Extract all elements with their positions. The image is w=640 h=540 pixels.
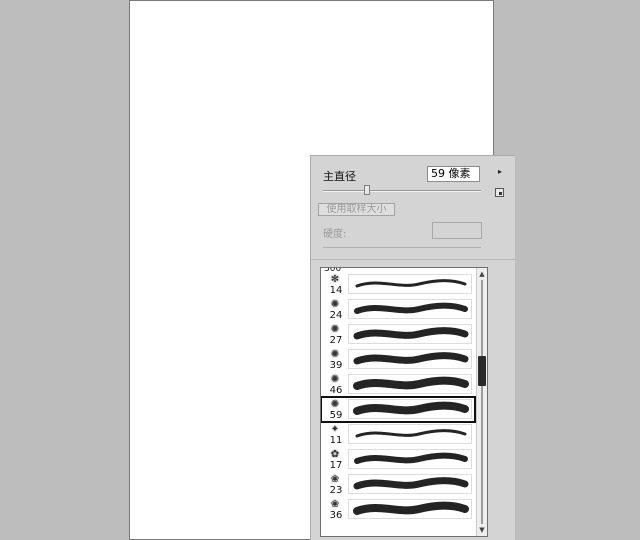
scroll-rail [481, 280, 483, 524]
use-sample-size-button[interactable]: 使用取样大小 [318, 203, 395, 216]
brush-preset-row[interactable]: ✺ 46 [321, 372, 475, 397]
master-diameter-label: 主直径 [323, 170, 356, 183]
scroll-up-icon[interactable]: ▲ [477, 269, 487, 279]
brush-stroke-shape [353, 376, 469, 390]
brush-stroke-preview [348, 399, 472, 419]
scroll-thumb[interactable] [478, 356, 486, 386]
hardness-slider-track[interactable] [323, 247, 481, 248]
brush-size-label: 23 [329, 485, 343, 496]
brush-preset-row[interactable]: ❀ 36 [321, 497, 475, 522]
hardness-label: 硬度: [323, 229, 347, 240]
create-preset-icon[interactable] [495, 188, 504, 197]
brush-size-label: 39 [329, 360, 343, 371]
brush-preset-row[interactable]: ✻ 14 [321, 272, 475, 297]
hardness-input[interactable] [432, 222, 482, 239]
brush-stroke-shape [354, 452, 468, 464]
brush-size-label: 17 [329, 460, 343, 471]
brush-size-label: 14 [329, 285, 343, 296]
panel-divider [311, 259, 516, 260]
scroll-down-icon[interactable]: ▼ [477, 525, 487, 535]
brush-preset-row[interactable]: ✺ 27 [321, 322, 475, 347]
panel-flyout-icon[interactable]: ▸ [498, 167, 502, 176]
brush-stroke-shape [353, 501, 469, 515]
brush-preset-row[interactable]: ✺ 24 [321, 297, 475, 322]
brush-stroke-preview [348, 424, 472, 444]
brush-stroke-preview [348, 499, 472, 519]
brush-stroke-shape [355, 279, 467, 288]
brush-size-label: 27 [329, 335, 343, 346]
brush-size-label: 36 [329, 510, 343, 521]
brush-preset-list[interactable]: 300 ✻ 14 ✺ 24 ✺ 27 ✺ 39 ✺ 46 ✺ 59 ✦ 11 ✿ 17 ❀ 23 ❀ 36 ▲ ▼ [320, 267, 488, 537]
brush-size-label: 11 [329, 435, 343, 446]
brush-size-label: 46 [329, 385, 343, 396]
brush-preset-row[interactable]: ✦ 11 [321, 422, 475, 447]
brush-stroke-shape [354, 302, 468, 314]
brush-stroke-shape [353, 401, 469, 415]
brush-stroke-preview [348, 274, 472, 294]
brush-preset-row[interactable]: ❀ 23 [321, 472, 475, 497]
brush-stroke-shape [353, 352, 469, 365]
brush-stroke-shape [353, 327, 469, 340]
brush-stroke-preview [348, 349, 472, 369]
brush-stroke-shape [355, 429, 467, 438]
brush-preset-row[interactable]: ✺ 39 [321, 347, 475, 372]
brush-stroke-preview [348, 324, 472, 344]
brush-stroke-preview [348, 299, 472, 319]
diameter-slider-thumb[interactable] [364, 185, 371, 195]
brush-preset-row[interactable]: ✿ 17 [321, 447, 475, 472]
brush-list-scrollbar[interactable]: ▲ ▼ [476, 268, 487, 536]
brush-preset-row[interactable]: ✺ 59 [321, 396, 476, 423]
brush-stroke-preview [348, 449, 472, 469]
brush-preset-panel: ▸ 主直径 59 像素 使用取样大小 硬度: 300 ✻ 14 ✺ 24 ✺ 27 ✺ 39 ✺… [310, 155, 516, 540]
brush-stroke-preview [348, 374, 472, 394]
brush-size-label: 24 [329, 310, 343, 321]
diameter-slider-track[interactable] [323, 190, 481, 192]
master-diameter-input[interactable]: 59 像素 [427, 166, 480, 182]
brush-stroke-shape [353, 477, 469, 490]
brush-stroke-preview [348, 474, 472, 494]
brush-size-label: 59 [329, 410, 343, 421]
